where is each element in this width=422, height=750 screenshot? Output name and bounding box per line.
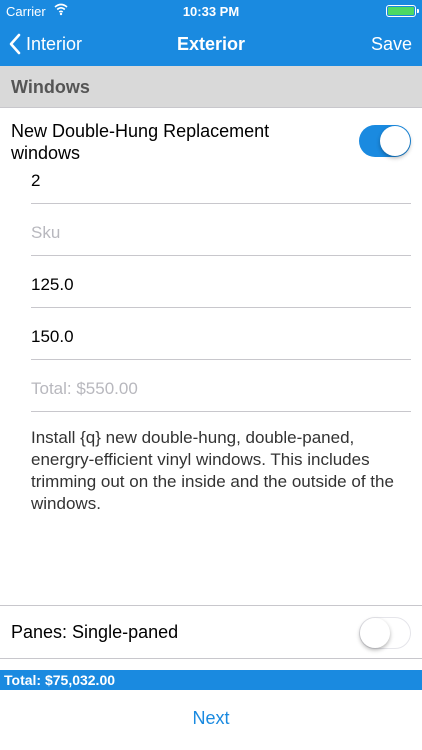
price-field-2[interactable] xyxy=(31,308,411,360)
panes-toggle[interactable] xyxy=(359,617,411,649)
quantity-input[interactable] xyxy=(31,164,411,191)
price-field-1[interactable] xyxy=(31,256,411,308)
next-button[interactable]: Next xyxy=(0,708,422,729)
item-total-field: Total: $550.00 xyxy=(31,360,411,412)
back-button[interactable]: Interior xyxy=(8,22,82,66)
divider xyxy=(0,658,422,659)
sku-field[interactable] xyxy=(31,204,411,256)
save-button[interactable]: Save xyxy=(371,22,412,66)
price-input-1[interactable] xyxy=(31,268,411,295)
quantity-field[interactable] xyxy=(31,152,411,204)
chevron-left-icon xyxy=(9,33,21,55)
price-input-2[interactable] xyxy=(31,320,411,347)
back-button-label: Interior xyxy=(26,33,83,54)
top-bar: Carrier 10:33 PM Interior Exterior Save xyxy=(0,0,422,66)
grand-total-label: Total: $75,032.00 xyxy=(4,672,116,688)
navigation-bar: Interior Exterior Save xyxy=(0,22,422,66)
toggle-knob xyxy=(360,618,390,648)
section-header: Windows xyxy=(0,66,422,108)
grand-total-bar: Total: $75,032.00 xyxy=(0,670,422,690)
item-total-label: Total: $550.00 xyxy=(31,378,138,398)
item-description: Install {q} new double-hung, double-pane… xyxy=(31,428,394,513)
panes-label: Panes: Single-paned xyxy=(11,622,179,642)
status-time: 10:33 PM xyxy=(182,4,240,19)
battery-icon xyxy=(386,5,419,17)
sku-input[interactable] xyxy=(31,216,411,243)
status-bar: Carrier 10:33 PM xyxy=(0,0,422,22)
section-header-label: Windows xyxy=(11,77,90,97)
divider xyxy=(0,605,422,606)
